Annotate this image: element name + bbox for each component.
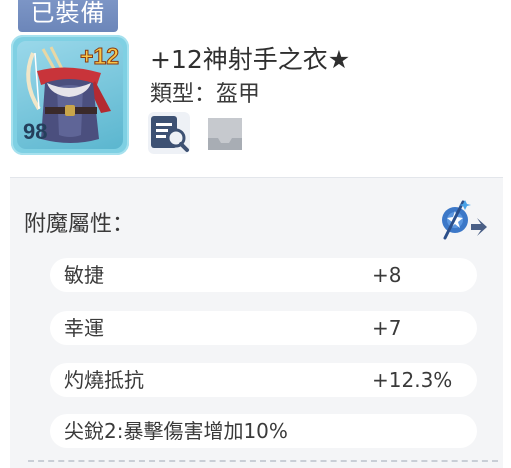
enchant-icon <box>442 200 487 240</box>
stat-value: +7 <box>372 316 402 340</box>
stat-value: +12.3% <box>372 368 453 392</box>
stat-name: 灼燒抵抗 <box>64 368 144 392</box>
stat-name: 幸運 <box>64 316 104 340</box>
item-type-label: 類型： <box>150 82 217 107</box>
stat-row-burn-resist: 灼燒抵抗 +12.3% <box>50 363 477 397</box>
empty-slot-icon <box>208 118 242 150</box>
stat-row-sharp: 尖銳2:暴擊傷害增加10% <box>50 414 477 448</box>
item-type-value: 盔甲 <box>216 82 261 107</box>
item-level: 98 <box>23 119 48 144</box>
item-portrait-inner: +12 98 <box>17 41 123 149</box>
enchant-panel: 附魔屬性： 敏捷 +8 幸運 +7 灼燒抵抗 +12.3% 尖銳2:暴擊傷害增加… <box>10 177 503 468</box>
refine-level: +12 <box>79 43 119 70</box>
enchant-title: 附魔屬性： <box>24 212 135 237</box>
empty-slot-button[interactable] <box>204 112 246 154</box>
stat-row-luck: 幸運 +7 <box>50 311 477 345</box>
divider <box>28 460 498 462</box>
compare-icon <box>151 116 189 152</box>
stat-name: 敏捷 <box>64 263 104 287</box>
stat-name: 尖銳2:暴擊傷害增加10% <box>64 419 288 443</box>
stat-row-agility: 敏捷 +8 <box>50 258 477 292</box>
item-name: +12神射手之衣★ <box>150 45 351 74</box>
stat-value: +8 <box>372 263 402 287</box>
equipped-tag: 已裝備 <box>18 0 118 32</box>
item-portrait[interactable]: +12 98 <box>11 35 129 155</box>
item-type: 類型：盔甲 <box>150 76 260 108</box>
enchant-button[interactable] <box>435 194 487 244</box>
compare-button[interactable] <box>148 112 190 154</box>
